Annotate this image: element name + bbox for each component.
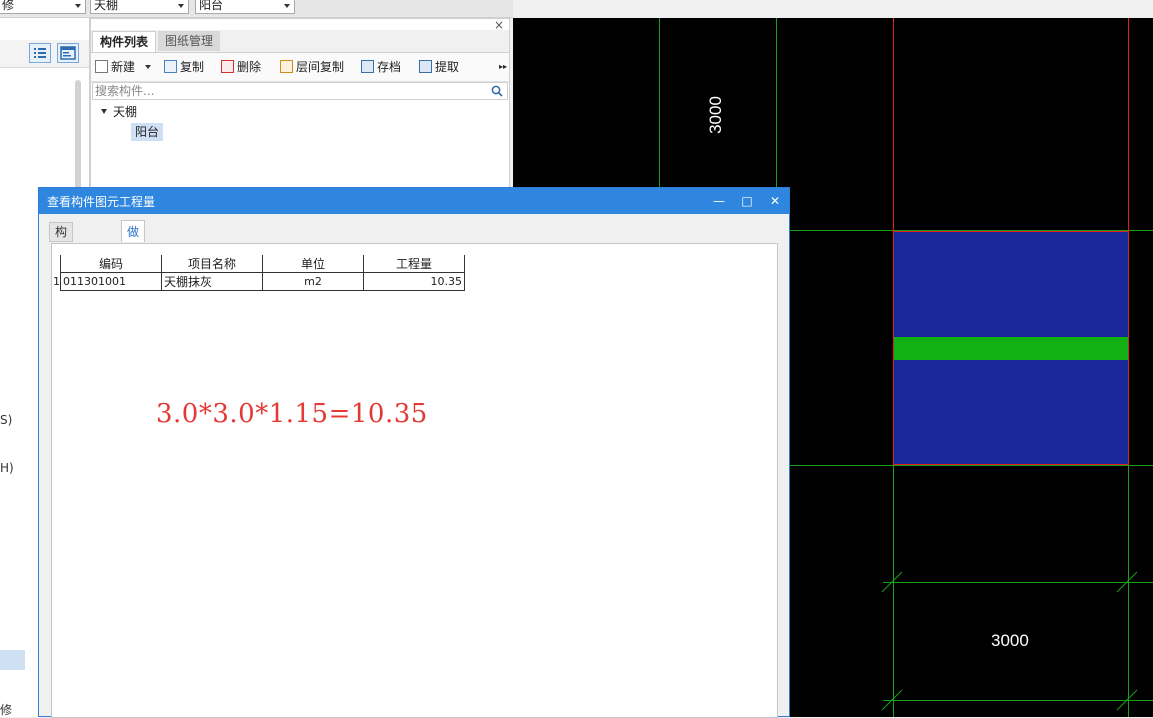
- cell-quantity[interactable]: 10.35: [363, 272, 465, 291]
- chevron-down-icon: [284, 4, 290, 8]
- left-panel-item-fragment[interactable]: S): [0, 413, 12, 427]
- new-button[interactable]: 新建: [95, 58, 151, 76]
- tab-component-quantity[interactable]: 构件工程量: [49, 222, 74, 311]
- floor-combo-value: 修: [2, 0, 15, 12]
- list-view-button[interactable]: [29, 43, 51, 63]
- top-combo-bar: 修 天棚 阳台: [0, 0, 513, 18]
- dialog-title: 查看构件图元工程量: [47, 195, 156, 209]
- dimension-tick: [1116, 689, 1138, 711]
- delete-label: 删除: [237, 60, 262, 74]
- component-toolbar: 新建 复制 删除 层间复制 存档 提取 ▸▸: [91, 53, 509, 82]
- expand-triangle-icon[interactable]: [101, 109, 107, 114]
- chevron-down-icon[interactable]: [144, 65, 151, 69]
- column-header-name[interactable]: 项目名称: [161, 255, 263, 273]
- extract-label: 提取: [435, 60, 460, 74]
- delete-icon: [221, 60, 234, 73]
- type-combo-value: 天棚: [94, 0, 119, 12]
- search-icon[interactable]: [491, 85, 503, 97]
- component-combo-value: 阳台: [199, 0, 224, 12]
- chevron-down-icon: [178, 4, 184, 8]
- floor-copy-label: 层间复制: [296, 60, 345, 74]
- dimension-tick: [881, 689, 903, 711]
- dialog-content: 编码 项目名称 单位 工程量 1 011301001 天棚抹灰 m2 10.35…: [51, 243, 778, 718]
- floor-copy-icon: [280, 60, 293, 73]
- column-header-unit[interactable]: 单位: [262, 255, 364, 273]
- left-panel-item-fragment[interactable]: H): [0, 461, 14, 475]
- card-view-icon: [60, 46, 76, 60]
- floor-copy-button[interactable]: 层间复制: [280, 58, 344, 76]
- quantity-dialog: 查看构件图元工程量 — □ ✕ 构件工程量 做法工程量 编码 项目名称 单位 工…: [38, 187, 790, 718]
- maximize-icon[interactable]: □: [738, 192, 756, 210]
- save-label: 存档: [377, 60, 402, 74]
- tree-category-label: 天棚: [113, 105, 138, 119]
- copy-button[interactable]: 复制: [164, 58, 204, 76]
- row-number: 1: [53, 275, 60, 288]
- column-header-quantity[interactable]: 工程量: [363, 255, 465, 273]
- row-number-header: [53, 255, 61, 273]
- card-view-button[interactable]: [57, 43, 79, 63]
- copy-label: 复制: [180, 60, 205, 74]
- component-list-tabs: 构件列表 图纸管理: [91, 30, 509, 53]
- copy-icon: [164, 60, 177, 73]
- tree-item-balcony[interactable]: 阳台: [131, 123, 164, 141]
- search-input[interactable]: [95, 83, 475, 99]
- left-panel-selected-item[interactable]: [0, 650, 25, 670]
- extract-icon: [419, 60, 432, 73]
- dimension-tick: [881, 571, 903, 593]
- boundary-line: [893, 18, 894, 231]
- ceiling-band[interactable]: [894, 337, 1128, 360]
- left-panel-item-fragment[interactable]: 修: [0, 701, 12, 718]
- dimension-tick: [1116, 571, 1138, 593]
- formula-annotation: 3.0*3.0*1.15=10.35: [156, 399, 428, 429]
- boundary-line: [1128, 18, 1129, 231]
- chevron-down-icon: [75, 4, 81, 8]
- tab-component-list[interactable]: 构件列表: [92, 31, 157, 52]
- tree-category-ceiling[interactable]: 天棚: [101, 103, 137, 121]
- floor-combo[interactable]: 修: [0, 0, 86, 14]
- column-header-code[interactable]: 编码: [60, 255, 162, 273]
- horizontal-dimension-text: 3000: [991, 631, 1029, 650]
- save-icon: [361, 60, 374, 73]
- component-list-panel: × 构件列表 图纸管理 新建 复制 删除 层间复制 存档 提取 ▸▸ 搜索构件.…: [90, 18, 510, 188]
- tab-method-quantity[interactable]: 做法工程量: [121, 220, 146, 327]
- vertical-dimension-text: 3000: [705, 96, 725, 134]
- close-icon[interactable]: ✕: [766, 192, 784, 210]
- save-button[interactable]: 存档: [361, 58, 401, 76]
- new-label: 新建: [111, 60, 136, 74]
- component-combo[interactable]: 阳台: [195, 0, 295, 14]
- table-row[interactable]: 1 011301001 天棚抹灰 m2 10.35: [53, 272, 465, 291]
- cell-code[interactable]: 011301001: [60, 272, 162, 291]
- quantity-table: 编码 项目名称 单位 工程量 1 011301001 天棚抹灰 m2 10.35: [53, 255, 465, 291]
- minimize-icon[interactable]: —: [710, 192, 728, 210]
- table-header-row: 编码 项目名称 单位 工程量: [53, 255, 465, 273]
- extract-button[interactable]: 提取: [419, 58, 459, 76]
- list-view-icon: [34, 48, 46, 58]
- cell-name[interactable]: 天棚抹灰: [161, 272, 263, 291]
- delete-button[interactable]: 删除: [221, 58, 261, 76]
- more-tools-button[interactable]: ▸▸: [499, 58, 507, 76]
- dialog-title-bar[interactable]: 查看构件图元工程量 — □ ✕: [39, 188, 789, 214]
- new-file-icon: [95, 60, 108, 73]
- tab-drawing-management[interactable]: 图纸管理: [158, 31, 221, 51]
- cell-unit[interactable]: m2: [262, 272, 364, 291]
- type-combo[interactable]: 天棚: [90, 0, 189, 14]
- left-panel-header: [0, 40, 89, 68]
- component-search[interactable]: [92, 82, 508, 100]
